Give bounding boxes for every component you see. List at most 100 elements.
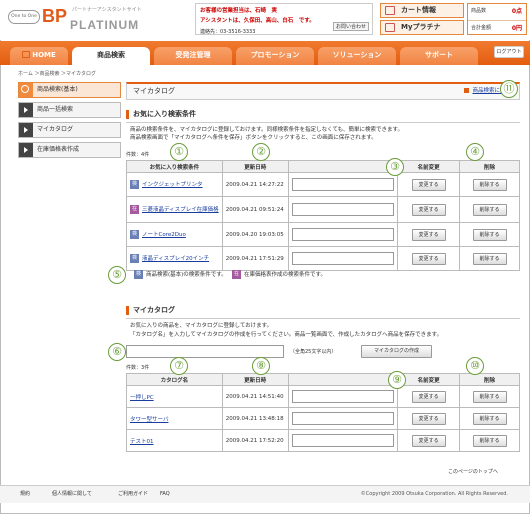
favorite-link[interactable]: インクジェットプリンタ [142,182,203,188]
callout-9: ⑨ [388,371,406,389]
tab-order-management[interactable]: 受発注管理 [154,47,232,65]
cart-info-label: カート情報 [401,6,436,14]
col-header-delete: 削除 [459,160,520,173]
rename-input[interactable] [291,228,395,241]
item-count-value: 0点 [511,8,522,15]
catalog-heading: マイカタログ [126,306,175,315]
to-top-link[interactable]: このページのトップへ [448,468,498,475]
tab-home[interactable]: HOME [10,47,68,65]
table-row: 検ノートCore2Duo 2009.04.20 19:03:05 変更する 削除… [126,222,520,247]
footer-link-guide[interactable]: ご利用ガイド [118,486,148,503]
cart-summary: 商品数 0点 合計金額 0円 [467,3,527,35]
favorite-link[interactable]: 液晶ディスプレイ20インチ [142,256,209,262]
tab-product-search[interactable]: 商品検索 [72,47,150,65]
favorites-heading: お気に入り検索条件 [126,110,196,119]
delete-button[interactable]: 削除する [472,203,507,216]
rename-input[interactable] [291,252,395,265]
table-row: 一押しPC 2009.04.21 14:51:40 変更する 削除する [126,385,520,408]
favorite-link[interactable]: ノートCore2Duo [142,232,186,238]
inquiry-button[interactable]: お問い合わせ [332,22,369,31]
main-content: マイカタログ 商品検索に戻る [126,82,520,100]
rename-button[interactable]: 変更する [411,390,446,403]
sidebar-item-my-catalog[interactable]: マイカタログ [18,122,121,138]
cart-icon [385,6,395,15]
contact-box: お客様の営業担当は、石崎 実 アシスタントは、久保田、高山、白石 です。 連絡先… [195,3,373,35]
updated-date: 2009.04.21 14:51:40 [221,385,289,408]
catalog-desc1: お気に入りの商品を、マイカタログに登録しておけます。 [130,323,273,329]
rename-button[interactable]: 変更する [411,203,446,216]
delete-button[interactable]: 削除する [472,390,507,403]
table-row: タワー型サーバ 2009.04.21 13:48:18 変更する 削除する [126,407,520,430]
arrow-right-icon [19,103,33,117]
table-row: テスト01 2009.04.21 17:52:20 変更する 削除する [126,429,520,452]
create-catalog-button[interactable]: マイカタログの作成 [361,345,433,358]
sidebar-item-bulk-search[interactable]: 商品一括検索 [18,102,121,118]
footer-link-terms[interactable]: 規約 [20,486,30,503]
logo-tagline: パートナーアシスタントサイト [72,7,142,13]
delete-button[interactable]: 削除する [472,412,507,425]
logout-button[interactable]: ログアウト [494,46,524,58]
item-count-label: 商品数 [471,8,487,14]
rename-button[interactable]: 変更する [411,412,446,425]
col-header-updated: 更新日時 [221,160,289,173]
tab-home-label: HOME [32,51,56,59]
rename-button[interactable]: 変更する [411,434,446,447]
callout-6: ⑥ [108,343,126,361]
sidebar-item-label: 商品検索(基本) [37,86,78,93]
main-nav: HOME 商品検索 受発注管理 プロモーション ソリューション サポート ログア… [0,41,530,65]
rename-input[interactable] [291,390,395,403]
logo-bp[interactable]: BP [42,6,67,27]
callout-4: ④ [466,143,484,161]
rename-button[interactable]: 変更する [411,228,446,241]
rename-input[interactable] [291,203,395,216]
rename-button[interactable]: 変更する [411,252,446,265]
delete-button[interactable]: 削除する [472,228,507,241]
col-header-rename: 名前変更 [397,160,461,173]
updated-date: 2009.04.20 19:03:05 [221,222,289,247]
updated-date: 2009.04.21 17:51:29 [221,246,289,271]
legend-basic: 商品検索(基本)の検索条件です。 [146,272,227,278]
col-header-condition: お気に入り検索条件 [126,160,223,173]
delete-button[interactable]: 削除する [472,178,507,191]
favorites-count: 件数：4件 [126,152,150,158]
catalog-link[interactable]: テスト01 [130,439,154,445]
copyright: ©Copyright 2009 Otsuka Corporation. All … [360,491,508,497]
icon-legend: 検商品検索(基本)の検索条件です。 在在庫価格表作成の検索条件です。 [134,270,326,280]
logo-platinum: PLATINUM [70,18,140,32]
callout-11: ⑪ [500,80,518,98]
home-icon [22,51,31,58]
updated-date: 2009.04.21 09:51:24 [221,196,289,223]
rename-input[interactable] [291,434,395,447]
search-condition-icon: 検 [134,270,143,279]
myplatinum-button[interactable]: Myプラチナ [380,20,464,35]
cart-info-button[interactable]: カート情報 [380,3,464,18]
rename-button[interactable]: 変更する [411,178,446,191]
page-title-bar: マイカタログ 商品検索に戻る [126,82,520,100]
footer-link-faq[interactable]: FAQ [160,486,170,503]
delete-button[interactable]: 削除する [472,434,507,447]
sidebar-item-basic-search[interactable]: 商品検索(基本) [18,82,121,98]
catalog-link[interactable]: 一押しPC [130,395,154,401]
sidebar-item-price-list[interactable]: 在庫価格表作成 [18,142,121,158]
rename-input[interactable] [291,412,395,425]
callout-3: ③ [386,158,404,176]
catalog-name-hint: （全角25文字以内） [290,349,337,355]
col-header-catalog-name: カタログ名 [126,373,223,386]
sidebar: 商品検索(基本) 商品一括検索 マイカタログ 在庫価格表作成 [18,82,121,162]
rename-input[interactable] [291,178,395,191]
table-header-row: カタログ名 更新日時 名前変更 削除 [126,373,520,386]
footer-link-privacy[interactable]: 個人情報に関して [52,486,92,503]
table-header-row: お気に入り検索条件 更新日時 名前変更 削除 [126,160,520,173]
search-condition-icon: 検 [130,230,139,239]
catalog-link[interactable]: タワー型サーバ [130,417,168,423]
delete-button[interactable]: 削除する [472,252,507,265]
table-row: 検インクジェットプリンタ 2009.04.21 14:27:22 変更する 削除… [126,172,520,197]
updated-date: 2009.04.21 13:48:18 [221,407,289,430]
favorite-link[interactable]: 三菱液晶ディスプレイ在庫価格 [142,207,219,213]
search-condition-icon: 検 [130,180,139,189]
col-header-updated: 更新日時 [221,373,289,386]
tab-support[interactable]: サポート [400,47,478,65]
catalog-table: カタログ名 更新日時 名前変更 削除 一押しPC 2009.04.21 14:5… [126,373,520,452]
tab-solution[interactable]: ソリューション [318,47,396,65]
tab-promotion[interactable]: プロモーション [236,47,314,65]
